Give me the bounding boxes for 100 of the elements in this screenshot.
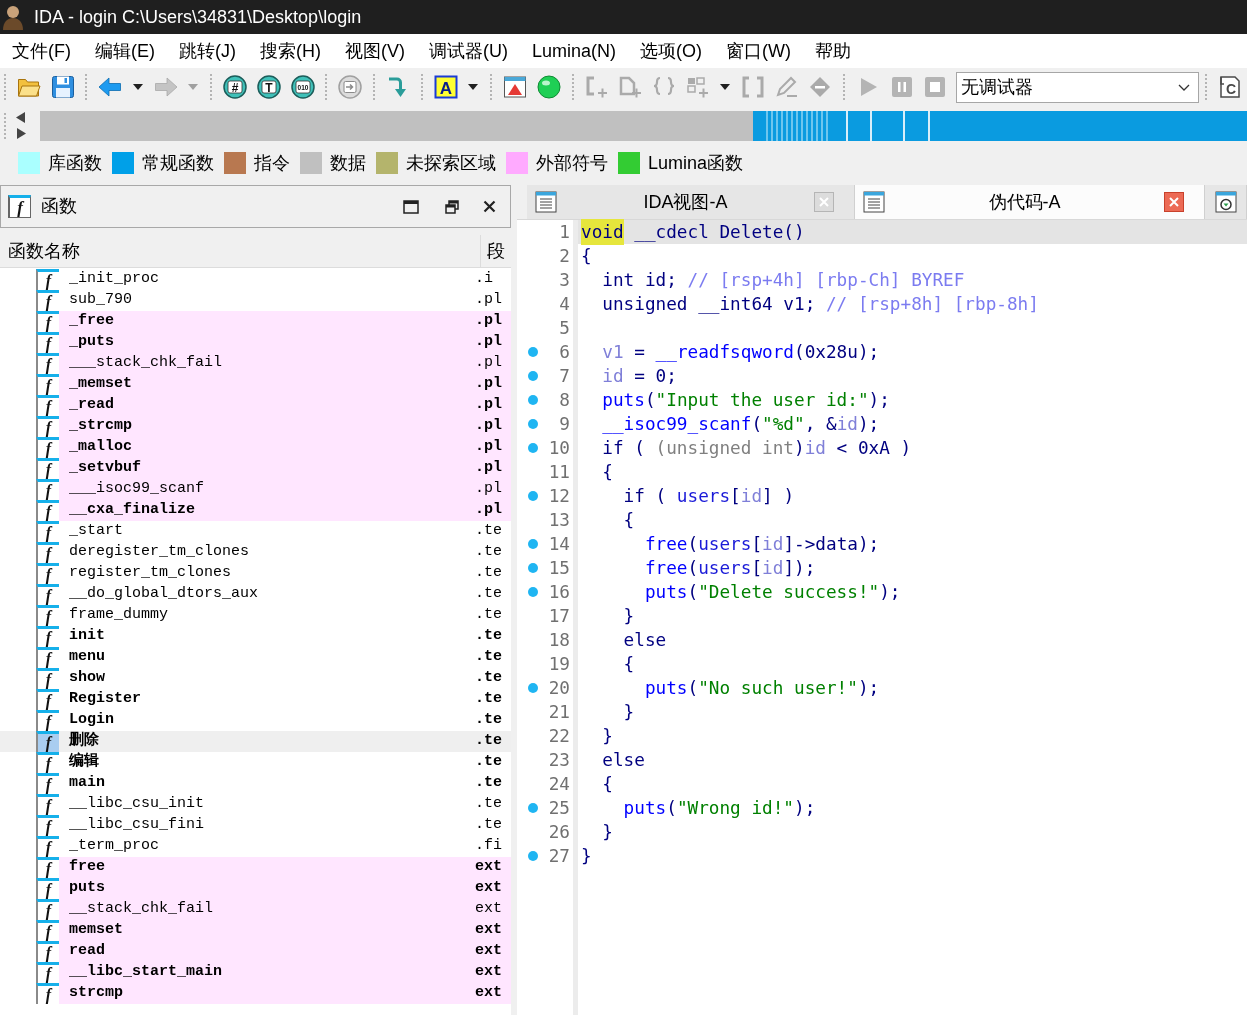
arrow-left-icon[interactable]	[98, 75, 123, 99]
debugger-dropdown[interactable]: 无调试器	[956, 71, 1200, 103]
function-icon: f	[36, 290, 59, 311]
function-icon: f	[36, 311, 59, 332]
function-row[interactable]: f ___isoc99_scanf .pl	[36, 479, 511, 500]
triangle-right-icon[interactable]	[16, 128, 26, 139]
navigation-band[interactable]	[40, 110, 1247, 141]
caret-down-icon[interactable]	[468, 84, 479, 90]
legend-label: 指令	[254, 152, 290, 175]
column-header[interactable]: 函数名称	[0, 235, 480, 267]
restore-icon[interactable]	[445, 199, 459, 214]
function-row[interactable]: f __stack_chk_fail ext	[36, 899, 511, 920]
caret-down-icon[interactable]	[132, 84, 143, 90]
list-window-icon	[863, 191, 885, 213]
segment-name: .te	[474, 710, 502, 731]
function-row[interactable]: f free ext	[36, 857, 511, 878]
line-number: 9	[559, 412, 570, 436]
tab[interactable]: 伪代码-A	[855, 185, 1205, 219]
function-row[interactable]: f _memset .pl	[36, 374, 511, 395]
function-row[interactable]: f __libc_start_main ext	[36, 962, 511, 983]
segment-name: ext	[474, 857, 502, 878]
function-row[interactable]: f 删除 .te	[0, 731, 511, 752]
code-line: free(users[id]);	[644, 556, 816, 580]
function-icon: f	[36, 395, 59, 416]
menu-item[interactable]: 编辑(E)	[83, 39, 167, 63]
close-icon[interactable]	[483, 200, 496, 213]
save-icon[interactable]	[50, 75, 75, 99]
function-row[interactable]: f __cxa_finalize .pl	[36, 500, 511, 521]
function-icon: f	[36, 836, 59, 857]
segment-name: .te	[474, 584, 502, 605]
function-icon: f	[36, 437, 59, 458]
function-row[interactable]: f _malloc .pl	[36, 437, 511, 458]
column-header[interactable]: 段	[480, 235, 511, 267]
lettered-circle-icon[interactable]: T	[256, 75, 281, 99]
page-letter-icon[interactable]: C	[1218, 75, 1243, 99]
function-icon: f	[36, 584, 59, 605]
function-icon: f	[36, 647, 59, 668]
function-row[interactable]: f _puts .pl	[36, 332, 511, 353]
segment-name: ext	[474, 941, 502, 962]
function-row[interactable]: f puts ext	[36, 878, 511, 899]
legend-label: Lumina函数	[648, 152, 744, 175]
function-name: ___isoc99_scanf	[68, 479, 206, 500]
function-name: Register	[68, 689, 142, 710]
function-row[interactable]: f read ext	[36, 941, 511, 962]
triangle-left-icon[interactable]	[16, 112, 26, 123]
function-icon: f	[36, 269, 59, 290]
line-number: 13	[548, 508, 570, 532]
menu-item[interactable]: 搜索(H)	[248, 39, 333, 63]
line-number: 5	[559, 316, 570, 340]
menu-item[interactable]: Lumina(N)	[520, 39, 628, 63]
function-row[interactable]: f _read .pl	[36, 395, 511, 416]
function-name: _malloc	[68, 437, 133, 458]
letter-tile-icon[interactable]: A	[433, 75, 458, 99]
line-number: 17	[548, 604, 570, 628]
menu-item[interactable]: 调试器(U)	[417, 39, 520, 63]
code-line: {	[602, 772, 613, 796]
function-row[interactable]: f strcmp ext	[36, 983, 511, 1004]
segment-name: .te	[474, 542, 502, 563]
maximize-icon[interactable]	[403, 199, 419, 214]
function-name: _setvbuf	[68, 458, 142, 479]
function-icon: f	[36, 773, 59, 794]
function-row[interactable]: f _free .pl	[36, 311, 511, 332]
segment-name: ext	[474, 899, 502, 920]
menu-item[interactable]: 文件(F)	[0, 39, 83, 63]
code-line: puts("Wrong id!");	[623, 796, 816, 820]
function-row[interactable]: f memset ext	[36, 920, 511, 941]
legend-label: 库函数	[48, 152, 102, 175]
code-line: if ( users[id] )	[623, 484, 795, 508]
line-number: 11	[548, 460, 570, 484]
line-number: 12	[548, 484, 570, 508]
function-name: _read	[68, 395, 115, 416]
menu-item[interactable]: 跳转(J)	[167, 39, 248, 63]
menu-item[interactable]: 帮助	[803, 39, 863, 63]
menu-item[interactable]: 窗口(W)	[714, 39, 803, 63]
menu-item[interactable]: 选项(O)	[628, 39, 714, 63]
function-row[interactable]: f _strcmp .pl	[36, 416, 511, 437]
lettered-circle-icon[interactable]: #	[223, 75, 248, 99]
chevron-down-icon	[1178, 83, 1191, 91]
function-icon: f	[36, 941, 59, 962]
segment-name: ext	[474, 962, 502, 983]
tab[interactable]	[1205, 185, 1247, 219]
function-icon: f	[36, 857, 59, 878]
function-row[interactable]: f _setvbuf .pl	[36, 458, 511, 479]
menu-item[interactable]: 视图(V)	[333, 39, 417, 63]
line-number: 20	[548, 676, 570, 700]
segment-name: .i	[474, 269, 493, 290]
legend-label: 外部符号	[536, 152, 608, 175]
function-name: menu	[68, 647, 106, 668]
line-number: 3	[559, 268, 570, 292]
sphere-icon[interactable]	[536, 75, 561, 99]
segment-name: .pl	[474, 437, 502, 458]
code-line: int id; // [rsp+4h] [rbp-Ch] BYREF	[602, 268, 965, 292]
function-name: _term_proc	[68, 836, 160, 857]
function-name: _free	[68, 311, 115, 332]
segment-name: .pl	[474, 416, 502, 437]
function-row[interactable]: f ___stack_chk_fail .pl	[36, 353, 511, 374]
tab[interactable]: IDA视图-A	[527, 185, 855, 219]
list-window-icon	[535, 191, 557, 213]
legend-label: 常规函数	[142, 152, 214, 175]
caret-down-icon[interactable]	[720, 84, 731, 90]
